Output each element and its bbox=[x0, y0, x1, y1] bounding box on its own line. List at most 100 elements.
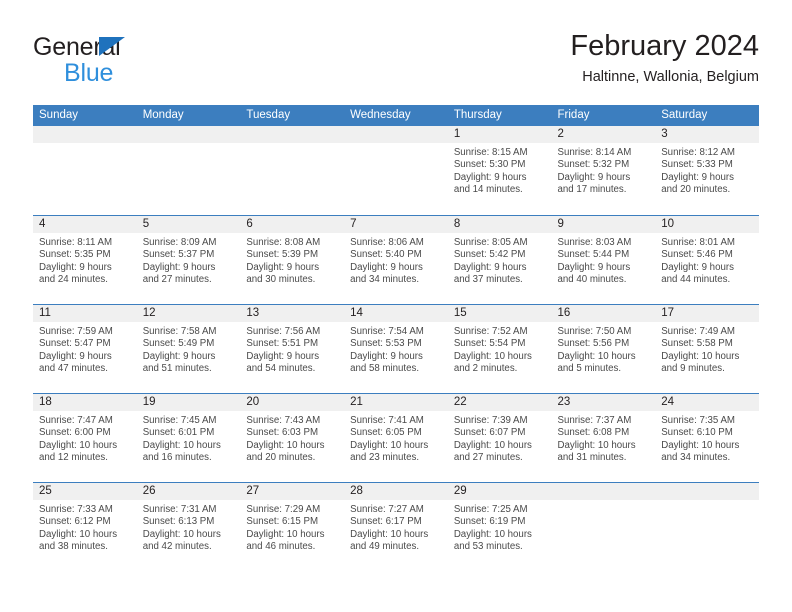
day-info: Sunrise: 7:43 AM Sunset: 6:03 PM Dayligh… bbox=[240, 411, 344, 465]
sunrise-text: Sunrise: 7:43 AM bbox=[246, 415, 321, 426]
sunset-text: Sunset: 5:47 PM bbox=[39, 338, 111, 350]
day-cell bbox=[655, 483, 759, 571]
day-cell bbox=[344, 126, 448, 215]
day-number: 25 bbox=[33, 483, 137, 500]
day-info: Sunrise: 7:49 AM Sunset: 5:58 PM Dayligh… bbox=[655, 322, 759, 376]
daylight-text-line2: and 44 minutes. bbox=[661, 274, 731, 286]
day-number: 12 bbox=[136, 305, 241, 322]
day-cell: 25 Sunrise: 7:33 AM Sunset: 6:12 PM Dayl… bbox=[33, 483, 137, 571]
day-info: Sunrise: 8:14 AM Sunset: 5:32 PM Dayligh… bbox=[552, 143, 656, 197]
sunset-text: Sunset: 5:53 PM bbox=[350, 338, 422, 350]
daylight-text-line2: and 37 minutes. bbox=[453, 274, 523, 286]
sunrise-text: Sunrise: 8:15 AM bbox=[453, 147, 528, 158]
daylight-text-line2: and 30 minutes. bbox=[246, 274, 316, 286]
day-number bbox=[344, 126, 448, 143]
day-number: 3 bbox=[655, 126, 759, 143]
daylight-text-line1: Daylight: 10 hours bbox=[453, 439, 532, 451]
sunrise-text: Sunrise: 8:06 AM bbox=[350, 237, 424, 248]
day-number: 1 bbox=[447, 126, 552, 143]
page-title: February 2024 bbox=[570, 30, 759, 62]
daylight-text-line1: Daylight: 9 hours bbox=[142, 261, 216, 273]
daylight-text-line1: Daylight: 9 hours bbox=[142, 350, 216, 362]
daylight-text-line2: and 14 minutes. bbox=[453, 184, 523, 196]
sunset-text: Sunset: 5:58 PM bbox=[661, 338, 733, 350]
day-info bbox=[240, 143, 344, 147]
daylight-text-line1: Daylight: 10 hours bbox=[142, 439, 221, 451]
day-cell: 15 Sunrise: 7:52 AM Sunset: 5:54 PM Dayl… bbox=[447, 305, 552, 393]
day-info: Sunrise: 8:15 AM Sunset: 5:30 PM Dayligh… bbox=[448, 143, 552, 197]
sunset-text: Sunset: 5:35 PM bbox=[39, 249, 111, 261]
sunrise-text: Sunrise: 7:47 AM bbox=[39, 415, 113, 426]
day-number: 9 bbox=[551, 216, 656, 233]
day-number: 15 bbox=[447, 305, 552, 322]
daylight-text-line2: and 54 minutes. bbox=[246, 363, 316, 375]
day-info bbox=[344, 143, 448, 147]
sunrise-text: Sunrise: 7:37 AM bbox=[557, 415, 632, 426]
daylight-text-line2: and 23 minutes. bbox=[350, 452, 420, 464]
sunrise-text: Sunrise: 8:01 AM bbox=[661, 237, 735, 248]
sunrise-text: Sunrise: 7:58 AM bbox=[142, 326, 217, 337]
daylight-text-line1: Daylight: 9 hours bbox=[350, 261, 423, 273]
sunset-text: Sunset: 5:51 PM bbox=[246, 338, 319, 350]
day-number: 7 bbox=[344, 216, 448, 233]
day-number: 19 bbox=[136, 394, 241, 411]
daylight-text-line1: Daylight: 9 hours bbox=[453, 261, 527, 273]
day-number bbox=[136, 126, 241, 143]
sunset-text: Sunset: 5:49 PM bbox=[142, 338, 215, 350]
daylight-text-line1: Daylight: 10 hours bbox=[661, 439, 740, 451]
day-cell: 26 Sunrise: 7:31 AM Sunset: 6:13 PM Dayl… bbox=[136, 483, 241, 571]
day-cell: 19 Sunrise: 7:45 AM Sunset: 6:01 PM Dayl… bbox=[136, 394, 241, 482]
daylight-text-line1: Daylight: 10 hours bbox=[350, 439, 429, 451]
day-cell: 28 Sunrise: 7:27 AM Sunset: 6:17 PM Dayl… bbox=[344, 483, 448, 571]
day-cell: 2 Sunrise: 8:14 AM Sunset: 5:32 PM Dayli… bbox=[551, 126, 656, 215]
daylight-text-line1: Daylight: 10 hours bbox=[661, 350, 740, 362]
day-cell: 12 Sunrise: 7:58 AM Sunset: 5:49 PM Dayl… bbox=[136, 305, 241, 393]
day-cell: 18 Sunrise: 7:47 AM Sunset: 6:00 PM Dayl… bbox=[33, 394, 137, 482]
day-info: Sunrise: 8:08 AM Sunset: 5:39 PM Dayligh… bbox=[240, 233, 344, 287]
sunrise-text: Sunrise: 8:12 AM bbox=[661, 147, 735, 158]
location-subtitle: Haltinne, Wallonia, Belgium bbox=[582, 69, 759, 85]
day-info bbox=[655, 500, 759, 504]
sunrise-text: Sunrise: 7:29 AM bbox=[246, 504, 321, 515]
daylight-text-line1: Daylight: 10 hours bbox=[246, 439, 325, 451]
daylight-text-line1: Daylight: 9 hours bbox=[557, 171, 631, 183]
day-number: 14 bbox=[344, 305, 448, 322]
day-number bbox=[240, 126, 345, 143]
day-cell: 29 Sunrise: 7:25 AM Sunset: 6:19 PM Dayl… bbox=[447, 483, 552, 571]
day-number: 4 bbox=[33, 216, 137, 233]
day-cell: 7 Sunrise: 8:06 AM Sunset: 5:40 PM Dayli… bbox=[344, 216, 448, 304]
daylight-text-line2: and 27 minutes. bbox=[453, 452, 523, 464]
sunset-text: Sunset: 6:07 PM bbox=[453, 427, 526, 439]
day-info: Sunrise: 7:29 AM Sunset: 6:15 PM Dayligh… bbox=[240, 500, 344, 554]
weekday-header-monday: Monday bbox=[142, 109, 184, 121]
sunrise-text: Sunrise: 7:31 AM bbox=[142, 504, 217, 515]
day-number: 6 bbox=[240, 216, 345, 233]
sunset-text: Sunset: 6:15 PM bbox=[246, 516, 319, 528]
daylight-text-line1: Daylight: 9 hours bbox=[661, 261, 734, 273]
weekday-header-friday: Friday bbox=[557, 109, 590, 121]
day-number: 28 bbox=[344, 483, 448, 500]
day-number: 21 bbox=[344, 394, 448, 411]
week-row: 25 Sunrise: 7:33 AM Sunset: 6:12 PM Dayl… bbox=[33, 482, 759, 571]
day-cell: 6 Sunrise: 8:08 AM Sunset: 5:39 PM Dayli… bbox=[240, 216, 345, 304]
week-row: 4 Sunrise: 8:11 AM Sunset: 5:35 PM Dayli… bbox=[33, 215, 759, 304]
day-info bbox=[552, 500, 656, 504]
day-info: Sunrise: 7:31 AM Sunset: 6:13 PM Dayligh… bbox=[137, 500, 241, 554]
day-number bbox=[33, 126, 137, 143]
sunrise-text: Sunrise: 8:05 AM bbox=[453, 237, 528, 248]
day-info: Sunrise: 7:41 AM Sunset: 6:05 PM Dayligh… bbox=[344, 411, 448, 465]
sunset-text: Sunset: 5:44 PM bbox=[557, 249, 630, 261]
day-info: Sunrise: 8:06 AM Sunset: 5:40 PM Dayligh… bbox=[344, 233, 448, 287]
day-info: Sunrise: 7:50 AM Sunset: 5:56 PM Dayligh… bbox=[552, 322, 656, 376]
day-cell: 4 Sunrise: 8:11 AM Sunset: 5:35 PM Dayli… bbox=[33, 216, 137, 304]
sunset-text: Sunset: 6:12 PM bbox=[39, 516, 111, 528]
daylight-text-line2: and 53 minutes. bbox=[453, 541, 523, 553]
day-cell: 10 Sunrise: 8:01 AM Sunset: 5:46 PM Dayl… bbox=[655, 216, 759, 304]
day-info: Sunrise: 7:37 AM Sunset: 6:08 PM Dayligh… bbox=[552, 411, 656, 465]
daylight-text-line1: Daylight: 9 hours bbox=[39, 350, 112, 362]
logo-triangle-icon bbox=[99, 37, 125, 56]
calendar-grid: Sunday Monday Tuesday Wednesday Thursday… bbox=[33, 105, 759, 571]
sunrise-text: Sunrise: 7:52 AM bbox=[453, 326, 528, 337]
week-row: 18 Sunrise: 7:47 AM Sunset: 6:00 PM Dayl… bbox=[33, 393, 759, 482]
daylight-text-line2: and 24 minutes. bbox=[39, 274, 108, 286]
